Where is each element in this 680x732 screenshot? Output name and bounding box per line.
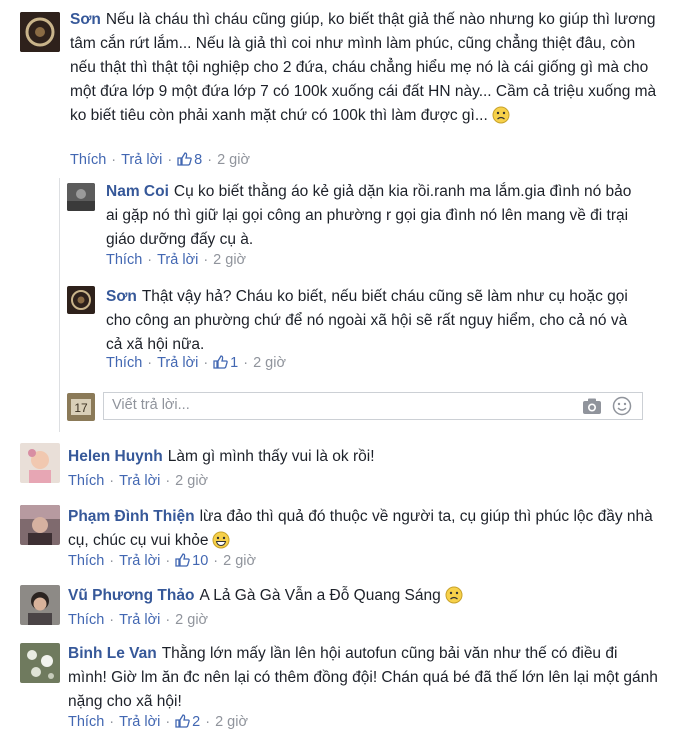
comment-author[interactable]: Phạm Đình Thiện xyxy=(68,508,195,525)
like-link[interactable]: Thích xyxy=(68,612,104,628)
comment-text: Làm gì mình thấy vui là ok rồi! xyxy=(167,448,375,465)
avatar[interactable] xyxy=(20,443,60,483)
thumbs-up-icon[interactable] xyxy=(213,355,228,373)
comment-author[interactable]: Binh Le Van xyxy=(68,645,157,662)
avatar[interactable] xyxy=(20,643,60,683)
svg-text:17: 17 xyxy=(74,401,88,415)
like-link[interactable]: Thích xyxy=(106,355,142,371)
camera-icon[interactable] xyxy=(582,397,602,420)
avatar-image xyxy=(20,585,60,625)
comment-body: Phạm Đình Thiện lừa đảo thì quả đó thuộc … xyxy=(68,505,660,557)
comment-text: Nếu là cháu thì cháu cũng giúp, ko biết … xyxy=(70,11,657,124)
emoji-icon[interactable] xyxy=(612,396,632,421)
reply-link[interactable]: Trả lời xyxy=(119,553,160,569)
comment-thread: Sơn Nếu là cháu thì cháu cũng giúp, ko bi… xyxy=(0,0,680,732)
comment-time[interactable]: 2 giờ xyxy=(175,612,208,628)
comment-body: Nam Coi Cụ ko biết thằng áo kẻ giả dặn ki… xyxy=(106,180,646,252)
reply-link[interactable]: Trả lời xyxy=(119,612,160,628)
comment-actions: Thích · Trả lời · 2 · 2 giờ xyxy=(68,714,248,732)
comment-author[interactable]: Sơn xyxy=(106,288,137,305)
like-link[interactable]: Thích xyxy=(70,152,106,168)
avatar-image xyxy=(67,183,95,211)
comment-body: Sơn Thật vậy hả? Cháu ko biết, nếu biết c… xyxy=(106,285,646,357)
like-count[interactable]: 10 xyxy=(192,553,208,569)
comment-author[interactable]: Nam Coi xyxy=(106,183,169,200)
comment-body: Binh Le Van Thằng lớn mấy lần lên hội aut… xyxy=(68,642,660,714)
comment-time[interactable]: 2 giờ xyxy=(215,714,248,730)
reply-input[interactable]: Viết trả lời... xyxy=(103,392,643,420)
comment-text: A Lả Gà Gà Vẫn a Đỗ Quang Sáng xyxy=(199,587,441,604)
comment-time[interactable]: 2 giờ xyxy=(223,553,256,569)
avatar[interactable] xyxy=(67,286,95,314)
avatar-image xyxy=(20,443,60,483)
like-count[interactable]: 8 xyxy=(194,152,202,168)
comment-body: Vũ Phương Thảo A Lả Gà Gà Vẫn a Đỗ Quang … xyxy=(68,584,660,612)
avatar[interactable] xyxy=(20,505,60,545)
avatar-image xyxy=(67,286,95,314)
like-count[interactable]: 1 xyxy=(230,355,238,371)
avatar[interactable] xyxy=(20,12,60,52)
comment-text: Cụ ko biết thằng áo kẻ giả dặn kia rồi.r… xyxy=(106,183,632,248)
comment-body: Sơn Nếu là cháu thì cháu cũng giúp, ko bi… xyxy=(70,8,662,132)
comment-time[interactable]: 2 giờ xyxy=(213,252,246,268)
thumbs-up-icon[interactable] xyxy=(175,714,190,732)
frown-emoji xyxy=(492,106,510,132)
comment-author[interactable]: Helen Huynh xyxy=(68,448,163,465)
comment-actions: Thích · Trả lời · 2 giờ xyxy=(68,612,209,628)
thumbs-up-icon[interactable] xyxy=(177,152,192,170)
comment-text: Thật vậy hả? Cháu ko biết, nếu biết cháu… xyxy=(106,288,628,353)
comment-time[interactable]: 2 giờ xyxy=(175,473,208,489)
reply-link[interactable]: Trả lời xyxy=(157,355,198,371)
like-link[interactable]: Thích xyxy=(68,473,104,489)
reply-link[interactable]: Trả lời xyxy=(119,473,160,489)
like-count[interactable]: 2 xyxy=(192,714,200,730)
comment-author[interactable]: Sơn xyxy=(70,11,101,28)
avatar[interactable] xyxy=(20,585,60,625)
avatar-image xyxy=(20,12,60,52)
avatar-image xyxy=(20,505,60,545)
frown-emoji xyxy=(445,586,463,612)
comment-author[interactable]: Vũ Phương Thảo xyxy=(68,587,194,604)
reply-link[interactable]: Trả lời xyxy=(121,152,162,168)
reply-thread-line xyxy=(59,178,60,432)
reply-link[interactable]: Trả lời xyxy=(119,714,160,730)
avatar[interactable] xyxy=(67,183,95,211)
comment-actions: Thích · Trả lời · 2 giờ xyxy=(68,473,209,489)
comment-actions: Thích · Trả lời · 1 · 2 giờ xyxy=(106,355,286,373)
comment-actions: Thích · Trả lời · 8 · 2 giờ xyxy=(70,152,250,170)
comment-time[interactable]: 2 giờ xyxy=(217,152,250,168)
current-user-avatar: 17 xyxy=(67,393,95,421)
comment-actions: Thích · Trả lời · 10 · 2 giờ xyxy=(68,553,257,571)
comment-body: Helen Huynh Làm gì mình thấy vui là ok rồ… xyxy=(68,445,660,469)
like-link[interactable]: Thích xyxy=(106,252,142,268)
avatar-image xyxy=(20,643,60,683)
like-link[interactable]: Thích xyxy=(68,714,104,730)
reply-link[interactable]: Trả lời xyxy=(157,252,198,268)
comment-actions: Thích · Trả lời · 2 giờ xyxy=(106,252,247,268)
reply-placeholder: Viết trả lời... xyxy=(112,397,190,413)
comment-time[interactable]: 2 giờ xyxy=(253,355,286,371)
thumbs-up-icon[interactable] xyxy=(175,553,190,571)
like-link[interactable]: Thích xyxy=(68,553,104,569)
